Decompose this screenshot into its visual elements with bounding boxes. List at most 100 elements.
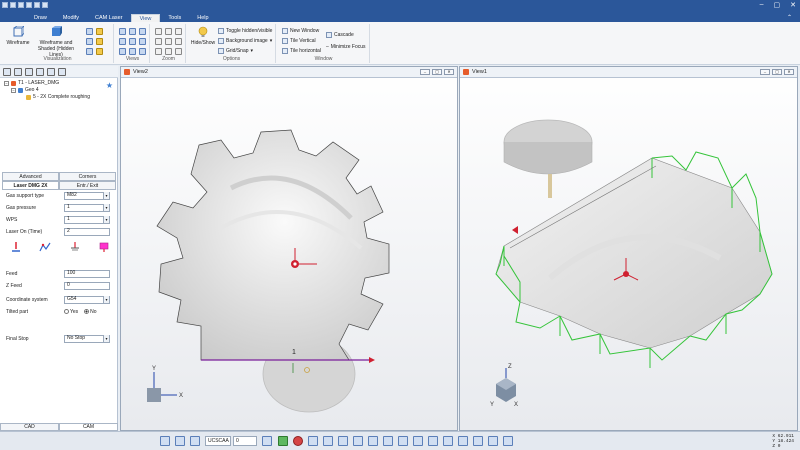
line-style-icon[interactable] <box>458 436 468 446</box>
maximize-button[interactable]: ▢ <box>774 1 781 9</box>
tile-horizontal-button[interactable]: Tile horizontal <box>282 48 321 54</box>
tree-node-tool[interactable]: − T1 - LASER_DMG <box>4 80 59 86</box>
view-iso2-icon[interactable] <box>129 48 136 55</box>
view-left-icon[interactable] <box>139 38 146 45</box>
cursor-icon[interactable] <box>308 436 318 446</box>
operation-icon[interactable] <box>25 68 33 76</box>
calculator-icon[interactable] <box>262 436 272 446</box>
tree-node-geo[interactable]: − Geo 4 <box>11 87 39 93</box>
zoom-fit-icon[interactable] <box>155 38 162 45</box>
snap-icon[interactable] <box>323 436 333 446</box>
final-stop-select[interactable]: No Stop ▾ <box>64 334 110 343</box>
radio-yes[interactable] <box>64 308 69 314</box>
view1-canvas[interactable]: Z X Y <box>460 78 797 430</box>
view-back-icon[interactable] <box>129 38 136 45</box>
copy-icon[interactable] <box>428 436 438 446</box>
rotate-icon[interactable] <box>175 38 182 45</box>
zoom-out-icon[interactable] <box>165 28 172 35</box>
transparency-icon[interactable] <box>86 38 93 45</box>
view-top-icon[interactable] <box>119 28 126 35</box>
section-icon[interactable] <box>96 48 103 55</box>
view-iso-icon[interactable] <box>119 48 126 55</box>
view2-minimize-button[interactable]: – <box>420 69 430 75</box>
grid-snap-button[interactable]: Grid/Snap ▾ <box>218 48 253 54</box>
zoom-selection-icon[interactable] <box>175 48 182 55</box>
hide-show-button[interactable]: Hide/Show <box>190 26 216 46</box>
pan-icon[interactable] <box>165 38 172 45</box>
snap-end-icon[interactable] <box>338 436 348 446</box>
layer-icon[interactable] <box>160 436 170 446</box>
layer2-icon[interactable] <box>175 436 185 446</box>
tab-cad[interactable]: CAD <box>0 423 59 431</box>
stop-icon[interactable] <box>293 436 303 446</box>
minimize-focus-button[interactable]: – Minimize Focus <box>326 44 366 50</box>
light-icon[interactable] <box>96 28 103 35</box>
zoom-previous-icon[interactable] <box>155 48 162 55</box>
view-front-icon[interactable] <box>129 28 136 35</box>
expand-icon[interactable]: − <box>4 80 9 86</box>
coord-select[interactable]: G54 ▾ <box>64 295 110 304</box>
measure-icon[interactable] <box>398 436 408 446</box>
zoom-window-icon[interactable] <box>175 28 182 35</box>
lead-in-icon[interactable] <box>69 241 81 253</box>
view2-close-button[interactable]: ✕ <box>444 69 454 75</box>
view1-minimize-button[interactable]: – <box>760 69 770 75</box>
head-icon[interactable] <box>98 241 110 253</box>
view1-window[interactable]: View1 – ▢ ✕ Z X Y <box>459 66 798 431</box>
tab-entry-exit[interactable]: Entr./ Exit <box>59 181 116 190</box>
view-iso3-icon[interactable] <box>139 48 146 55</box>
view2-window[interactable]: View2 – ▢ ✕ 1 Y X <box>120 66 458 431</box>
snap-mid-icon[interactable] <box>353 436 363 446</box>
filter-icon[interactable] <box>413 436 423 446</box>
pattern-icon[interactable] <box>488 436 498 446</box>
wireframe-shaded-button[interactable]: Wireframe and Shaded (Hidden Lines) <box>34 26 78 58</box>
properties-icon[interactable] <box>503 436 513 446</box>
minimize-button[interactable]: – <box>760 1 764 9</box>
zoom-in-icon[interactable] <box>155 28 162 35</box>
move-icon[interactable] <box>383 436 393 446</box>
view2-maximize-button[interactable]: ▢ <box>432 69 442 75</box>
background-image-button[interactable]: Background image ▾ <box>218 38 272 44</box>
close-button[interactable]: ✕ <box>790 1 796 9</box>
edges-icon[interactable] <box>86 48 93 55</box>
settings-icon[interactable] <box>58 68 66 76</box>
tab-advanced[interactable]: Advanced <box>2 172 59 181</box>
tile-vertical-button[interactable]: Tile Vertical <box>282 38 316 44</box>
redo-icon[interactable] <box>42 2 48 8</box>
zoom-all-icon[interactable] <box>165 48 172 55</box>
tilted-yes-option[interactable]: Yes <box>64 309 78 315</box>
view-bottom-icon[interactable] <box>119 38 126 45</box>
color-icon[interactable] <box>443 436 453 446</box>
open-file-icon[interactable] <box>18 2 24 8</box>
wireframe-button[interactable]: Wireframe <box>4 26 32 46</box>
toggle-hidden-button[interactable]: Toggle hidden/visible <box>218 28 272 34</box>
zfeed-input[interactable]: 0 <box>64 281 110 290</box>
line-width-icon[interactable] <box>473 436 483 446</box>
gas-pressure-select[interactable]: 1 ▾ <box>64 203 110 212</box>
postprocess-icon[interactable] <box>47 68 55 76</box>
tool-icon[interactable] <box>14 68 22 76</box>
layer3-icon[interactable] <box>190 436 200 446</box>
new-window-button[interactable]: New Window <box>282 28 319 34</box>
material-icon[interactable] <box>96 38 103 45</box>
view-right-icon[interactable] <box>139 28 146 35</box>
z-value-input[interactable]: 0 <box>233 436 257 446</box>
laser-on-input[interactable]: 2 <box>64 227 110 236</box>
star-icon[interactable]: ★ <box>106 81 113 90</box>
snap-center-icon[interactable] <box>368 436 378 446</box>
cut-path-icon[interactable] <box>39 241 51 253</box>
tab-corners[interactable]: Corners <box>59 172 116 181</box>
feed-input[interactable]: 100 <box>64 269 110 278</box>
tab-laser-dmg[interactable]: Laser DMG 2X <box>2 181 59 190</box>
ribbon-collapse-icon[interactable]: ⌃ <box>787 14 792 21</box>
view1-close-button[interactable]: ✕ <box>784 69 794 75</box>
cascade-button[interactable]: Cascade <box>326 32 354 38</box>
save-icon[interactable] <box>26 2 32 8</box>
pierce-icon[interactable] <box>10 241 22 253</box>
app-menu-icon[interactable] <box>2 2 8 8</box>
radio-no[interactable] <box>84 308 90 314</box>
view1-maximize-button[interactable]: ▢ <box>772 69 782 75</box>
wps-select[interactable]: 1 ▾ <box>64 215 110 224</box>
render-mode-icon[interactable] <box>86 28 93 35</box>
simulate-icon[interactable] <box>36 68 44 76</box>
